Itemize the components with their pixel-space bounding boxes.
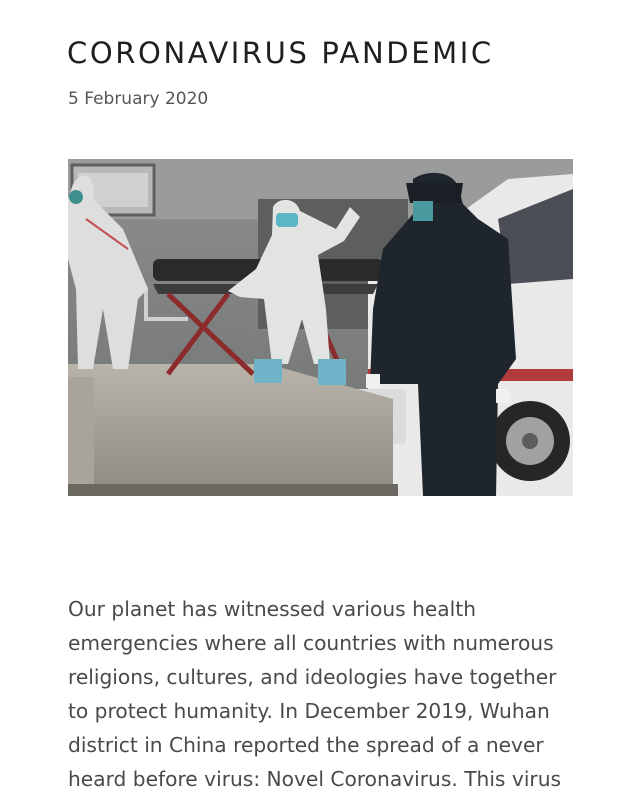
body-line: district in China reported the spread of…	[68, 733, 544, 757]
article-body: Our planet has witnessed various health …	[68, 592, 588, 796]
article-date: 5 February 2020	[68, 89, 209, 109]
body-line: to protect humanity. In December 2019, W…	[68, 699, 550, 723]
body-line: religions, cultures, and ideologies have…	[68, 665, 557, 689]
photo-illustration	[68, 159, 573, 496]
body-line: heard before virus: Novel Coronavirus. T…	[68, 767, 562, 791]
article-photo	[68, 159, 573, 496]
body-line: Our planet has witnessed various health	[68, 597, 476, 621]
body-line: emergencies where all countries with num…	[68, 631, 554, 655]
article-title: CORONAVIRUS PANDEMIC	[67, 36, 494, 70]
